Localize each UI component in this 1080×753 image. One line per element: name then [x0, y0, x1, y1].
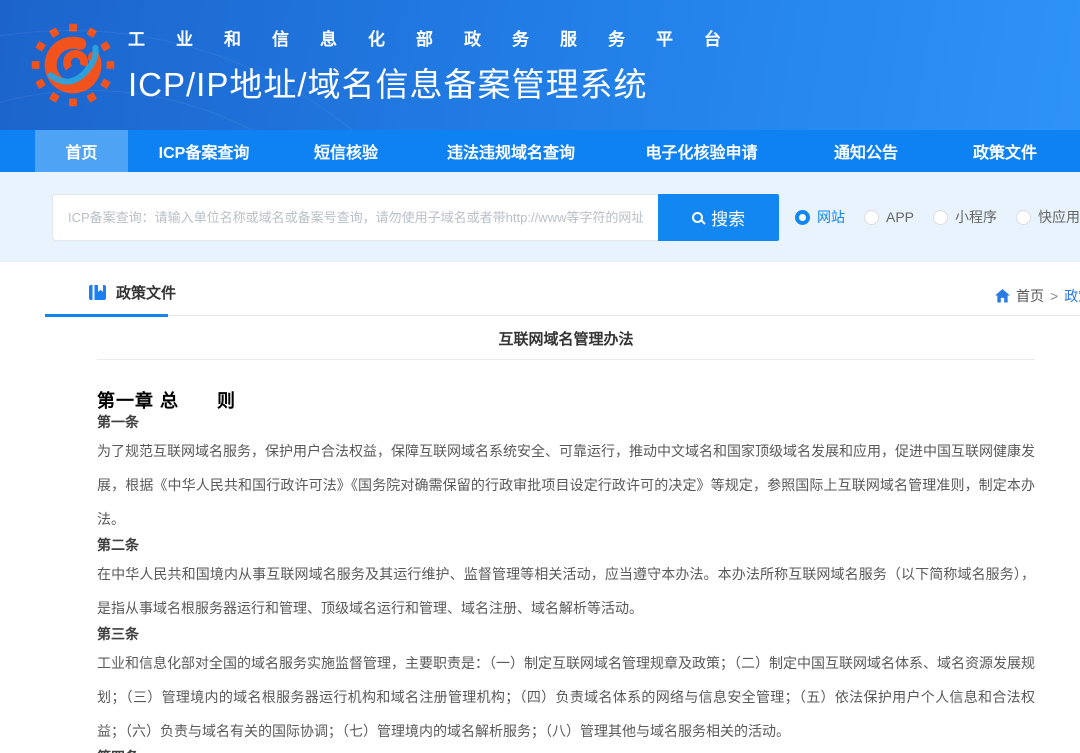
- nav-item-sms-verify[interactable]: 短信核验: [280, 130, 412, 172]
- article-section: 第四条 各省、自治区、直辖市通信管理局对本行政区域内的域名服务实施监督管理，主要…: [97, 749, 1035, 753]
- section-heading: 第一条: [97, 414, 1035, 430]
- breadcrumb-home[interactable]: 首页: [1016, 286, 1044, 306]
- platform-title: 工业和信息化部政务服务平台: [128, 25, 752, 50]
- nav-item-policy-files[interactable]: 政策文件: [939, 130, 1071, 172]
- article-section: 第一条 为了规范互联网域名服务，保护用户合法权益，保障互联网域名系统安全、可靠运…: [97, 414, 1035, 536]
- radio-option-website[interactable]: 网站: [795, 207, 845, 227]
- radio-unselected-icon: [1016, 210, 1031, 225]
- section-heading: 第四条: [97, 749, 1035, 753]
- radio-selected-icon: [795, 210, 810, 225]
- main-nav: 首页 ICP备案查询 短信核验 违法违规域名查询 电子化核验申请 通知公告 政策…: [0, 130, 1080, 172]
- search-icon: [692, 212, 703, 223]
- search-input[interactable]: [52, 194, 658, 241]
- policy-file-icon: [88, 284, 107, 301]
- search-type-group: 网站 APP 小程序 快应用: [795, 207, 1080, 227]
- breadcrumb: 首页 > 政策文件: [995, 286, 1080, 306]
- radio-label: APP: [886, 209, 914, 225]
- radio-option-quickapp[interactable]: 快应用: [1016, 207, 1080, 227]
- nav-item-home[interactable]: 首页: [35, 130, 128, 172]
- section-heading: 第三条: [97, 626, 1035, 642]
- breadcrumb-separator: >: [1050, 288, 1058, 304]
- radio-label: 小程序: [955, 207, 997, 227]
- search-strip: 搜索 网站 APP 小程序 快应用: [0, 172, 1080, 262]
- site-header: 工业和信息化部政务服务平台 ICP/IP地址/域名信息备案管理系统: [0, 0, 1080, 130]
- active-tab-underline: [45, 314, 168, 317]
- radio-unselected-icon: [864, 210, 879, 225]
- search-button-label: 搜索: [711, 205, 745, 230]
- section-heading: 第二条: [97, 537, 1035, 553]
- section-header: 政策文件 首页 > 政策文件: [45, 282, 1080, 316]
- radio-option-miniprogram[interactable]: 小程序: [933, 207, 997, 227]
- radio-label: 快应用: [1038, 207, 1080, 227]
- radio-unselected-icon: [933, 210, 948, 225]
- tab-policy-files[interactable]: 政策文件: [88, 282, 176, 303]
- radio-label: 网站: [817, 207, 845, 227]
- radio-option-app[interactable]: APP: [864, 209, 914, 225]
- search-button[interactable]: 搜索: [658, 194, 779, 241]
- article-title: 互联网域名管理办法: [97, 328, 1035, 360]
- nav-item-icp-query[interactable]: ICP备案查询: [128, 130, 280, 172]
- nav-item-notices[interactable]: 通知公告: [793, 130, 939, 172]
- tab-label: 政策文件: [116, 282, 176, 303]
- policy-article: 互联网域名管理办法 第一章 总 则 第一条 为了规范互联网域名服务，保护用户合法…: [45, 328, 1035, 753]
- section-body: 为了规范互联网域名服务，保护用户合法权益，保障互联网域名系统安全、可靠运行，推动…: [97, 434, 1035, 536]
- article-section: 第二条 在中华人民共和国境内从事互联网域名服务及其运行维护、监督管理等相关活动，…: [97, 537, 1035, 625]
- chapter-heading: 第一章 总 则: [97, 387, 1035, 413]
- main-content: 政策文件 首页 > 政策文件 互联网域名管理办法 第一章 总 则 第一条 为了规…: [0, 262, 1080, 753]
- breadcrumb-current: 政策文件: [1064, 286, 1080, 306]
- section-body: 在中华人民共和国境内从事互联网域名服务及其运行维护、监督管理等相关活动，应当遵守…: [97, 557, 1035, 625]
- section-body: 工业和信息化部对全国的域名服务实施监督管理，主要职责是：（一）制定互联网域名管理…: [97, 646, 1035, 748]
- nav-item-illegal-domain-query[interactable]: 违法违规域名查询: [412, 130, 610, 172]
- home-icon: [995, 289, 1010, 303]
- article-section: 第三条 工业和信息化部对全国的域名服务实施监督管理，主要职责是：（一）制定互联网…: [97, 626, 1035, 748]
- nav-item-e-verification[interactable]: 电子化核验申请: [610, 130, 793, 172]
